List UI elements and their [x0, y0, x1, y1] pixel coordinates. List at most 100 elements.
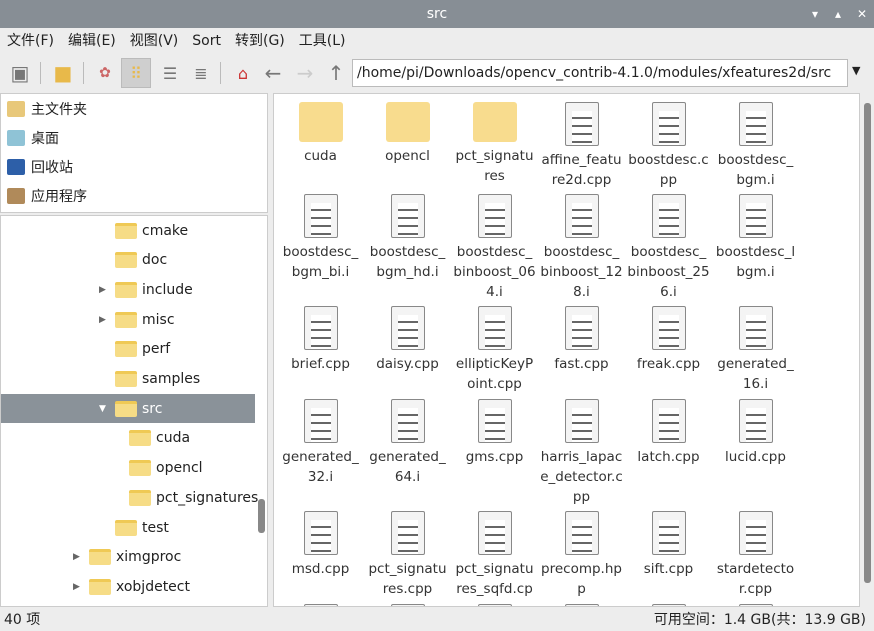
tree-label: perf [142, 341, 171, 358]
path-input[interactable]: /home/pi/Downloads/opencv_contrib-4.1.0/… [352, 59, 848, 87]
file-item[interactable]: boostdesc_lbgm.i [712, 194, 799, 282]
forward-icon[interactable]: → [290, 58, 320, 88]
status-bar: 40 项 可用空间：1.4 GB(共：13.9 GB) [0, 609, 874, 631]
file-item[interactable]: boostdesc_binboost_064.i [451, 194, 538, 302]
folder-icon [115, 281, 137, 298]
main-scrollbar[interactable] [860, 93, 874, 607]
up-icon[interactable]: ↑ [321, 58, 351, 88]
new-folder-icon[interactable]: ■ [48, 58, 78, 88]
tree-item[interactable]: ▶ include [1, 275, 255, 304]
expander-icon[interactable]: ▼ [99, 404, 106, 414]
back-icon[interactable]: ← [258, 58, 288, 88]
place-item[interactable]: 回收站 [1, 152, 267, 181]
maximize-button[interactable]: ▴ [835, 0, 841, 28]
compact-view-icon[interactable]: ☰ [155, 58, 185, 88]
file-icon [303, 511, 338, 555]
menu-view[interactable]: 视图(V) [123, 30, 186, 52]
scrollbar-thumb[interactable] [258, 499, 265, 533]
file-item[interactable]: freak.cpp [625, 306, 712, 374]
tree-item[interactable]: ▼ src [1, 394, 255, 424]
file-item[interactable]: msd.cpp [277, 511, 364, 579]
file-item[interactable] [277, 604, 364, 606]
expander-icon[interactable]: ▶ [99, 285, 106, 295]
file-item[interactable]: boostdesc_binboost_128.i [538, 194, 625, 302]
tree-item[interactable]: doc [1, 246, 255, 275]
detailed-list-view-icon[interactable]: ≣ [186, 58, 216, 88]
tree-item[interactable]: perf [1, 335, 255, 364]
tree-item[interactable]: samples [1, 365, 255, 394]
tree-item[interactable]: cuda [1, 424, 255, 453]
file-item[interactable] [538, 604, 625, 606]
home-icon[interactable]: ⌂ [228, 58, 258, 88]
file-item[interactable]: generated_32.i [277, 399, 364, 487]
file-item[interactable]: latch.cpp [625, 399, 712, 467]
file-icon [564, 511, 599, 555]
file-name: sift.cpp [643, 561, 694, 577]
file-item[interactable]: boostdesc_binboost_256.i [625, 194, 712, 302]
icon-view-icon[interactable]: ⠿ [121, 58, 151, 88]
file-icon [390, 194, 425, 238]
file-item[interactable]: ellipticKeyPoint.cpp [451, 306, 538, 394]
file-item[interactable]: gms.cpp [451, 399, 538, 467]
menu-sort[interactable]: Sort [185, 30, 228, 52]
place-item[interactable]: 应用程序 [1, 181, 267, 210]
file-item[interactable]: cuda [277, 102, 364, 166]
file-item[interactable]: harris_lapace_detector.cpp [538, 399, 625, 507]
file-item[interactable] [451, 604, 538, 606]
file-icon [303, 306, 338, 350]
new-window-icon[interactable]: ▣ [5, 58, 35, 88]
menu-edit[interactable]: 编辑(E) [61, 30, 123, 52]
tree-item[interactable]: ▶ ximgproc [1, 543, 255, 572]
file-item[interactable]: affine_feature2d.cpp [538, 102, 625, 190]
file-item[interactable]: boostdesc_bgm_bi.i [277, 194, 364, 282]
expander-icon[interactable]: ▶ [73, 582, 80, 592]
file-item[interactable]: boostdesc.cpp [625, 102, 712, 190]
file-icon [738, 306, 773, 350]
file-item[interactable]: stardetector.cpp [712, 511, 799, 599]
file-name: boostdesc_binboost_256.i [627, 244, 710, 300]
file-item[interactable]: precomp.hpp [538, 511, 625, 599]
menu-go[interactable]: 转到(G) [228, 30, 292, 52]
file-item[interactable]: lucid.cpp [712, 399, 799, 467]
place-item[interactable]: 主文件夹 [1, 94, 267, 123]
file-item[interactable]: brief.cpp [277, 306, 364, 374]
chevron-down-icon[interactable]: ▼ [852, 64, 860, 77]
file-item[interactable]: pct_signatures_sqfd.cpp [451, 511, 538, 606]
tree-item[interactable]: pct_signatures [1, 483, 258, 512]
place-label: 应用程序 [31, 188, 87, 205]
menu-tools[interactable]: 工具(L) [292, 30, 353, 52]
file-item[interactable]: pct_signatures.cpp [364, 511, 451, 599]
file-item[interactable]: sift.cpp [625, 511, 712, 579]
scrollbar-thumb[interactable] [864, 103, 871, 583]
file-icon [303, 194, 338, 238]
tree-item[interactable]: cmake [1, 216, 255, 245]
close-button[interactable]: ✕ [857, 0, 867, 28]
file-item[interactable] [712, 604, 799, 606]
places-panel: 主文件夹 桌面 回收站应用程序 [0, 93, 268, 213]
tree-item[interactable]: ▶ xobjdetect [1, 572, 255, 601]
file-item[interactable] [364, 604, 451, 606]
file-item[interactable]: daisy.cpp [364, 306, 451, 374]
menu-file[interactable]: 文件(F) [0, 30, 61, 52]
file-item[interactable]: boostdesc_bgm_hd.i [364, 194, 451, 282]
file-item[interactable]: boostdesc_bgm.i [712, 102, 799, 190]
file-grid: cuda opencl pct_signatures affine_feature2d… [273, 93, 860, 607]
tree-item[interactable]: opencl [1, 454, 255, 483]
file-item[interactable]: fast.cpp [538, 306, 625, 374]
expander-icon[interactable]: ▶ [99, 315, 106, 325]
expander-icon[interactable]: ▶ [73, 552, 80, 562]
divider [40, 62, 41, 84]
file-item[interactable]: generated_64.i [364, 399, 451, 487]
minimize-button[interactable]: ▾ [812, 0, 818, 28]
tree-item[interactable]: test [1, 513, 255, 542]
tree-item[interactable]: ▶ misc [1, 305, 255, 334]
tree-scrollbar[interactable] [256, 216, 267, 606]
file-icon [564, 399, 599, 443]
file-item[interactable]: opencl [364, 102, 451, 166]
thumbnail-view-icon[interactable]: ✿ [90, 58, 120, 88]
file-item[interactable]: pct_signatures [451, 102, 538, 186]
folder-icon [129, 460, 151, 477]
file-item[interactable] [625, 604, 712, 606]
file-item[interactable]: generated_16.i [712, 306, 799, 394]
place-item[interactable]: 桌面 [1, 123, 267, 152]
